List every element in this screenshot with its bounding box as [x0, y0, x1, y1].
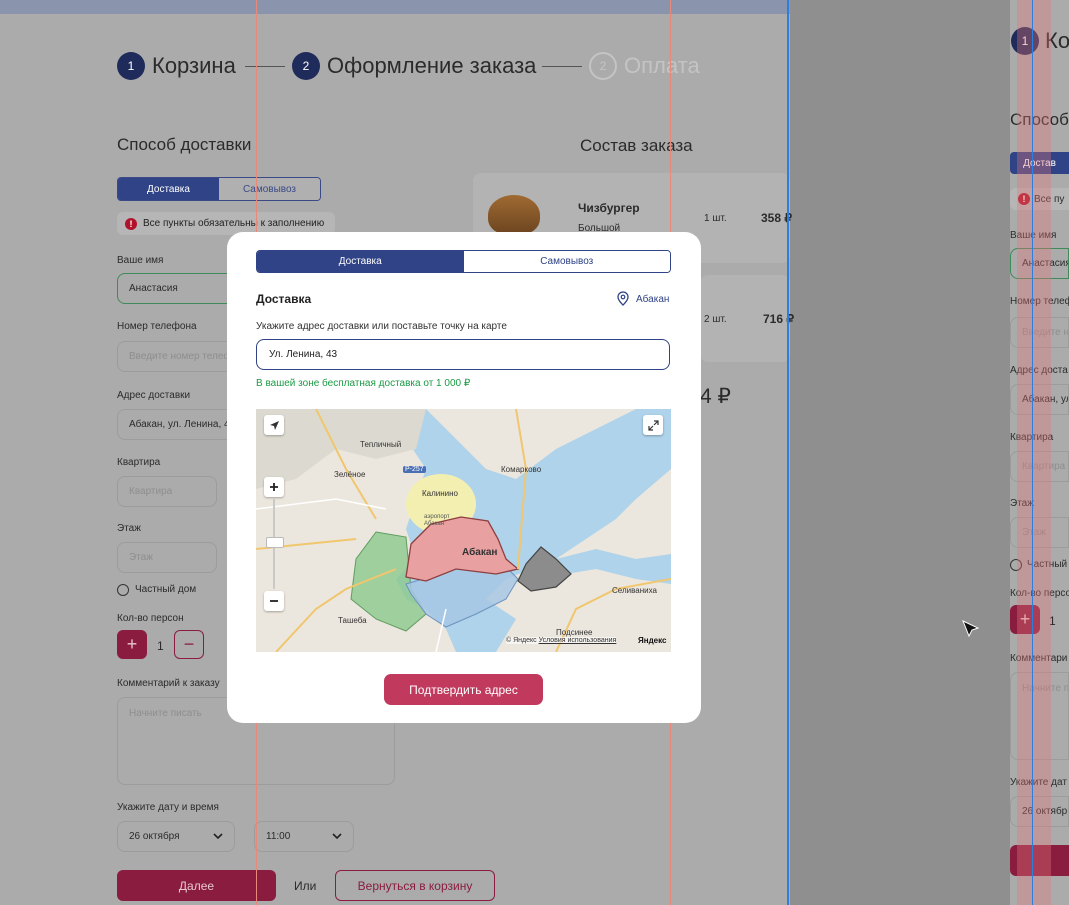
step-2-number: 2: [292, 52, 320, 80]
zoom-slider-handle[interactable]: [266, 537, 284, 548]
tab-pickup[interactable]: Самовывоз: [219, 178, 320, 200]
modal-address-input[interactable]: Ул. Ленина, 43: [256, 339, 670, 370]
map-label: Комарково: [501, 465, 542, 474]
delivery-method-toggle: Доставка Самовывоз: [117, 177, 321, 201]
map-label: Подсинее: [556, 628, 593, 637]
private-house-radio[interactable]: [117, 584, 129, 596]
modal-hint: Укажите адрес доставки или поставьте точ…: [256, 321, 507, 332]
map-label: Селиваниха: [612, 586, 657, 595]
step-connector: [245, 66, 285, 67]
map-label: Абакан: [462, 547, 498, 558]
copyright-text: © Яндекс: [506, 637, 537, 644]
name-label: Ваше имя: [117, 255, 164, 266]
private-house-label: Частный дом: [135, 584, 197, 595]
zoom-in-icon[interactable]: [264, 477, 284, 497]
or-text: Или: [294, 879, 317, 893]
modal-tab-pickup[interactable]: Самовывоз: [463, 251, 670, 272]
floor-input[interactable]: Этаж: [117, 542, 217, 573]
order-item-name: Чизбургер: [578, 201, 640, 215]
comment-label: Комментарий к заказу: [117, 678, 220, 689]
modal-delivery-toggle: Доставка Самовывоз: [256, 250, 671, 273]
persons-label: Кол-во персон: [117, 613, 184, 624]
next-button[interactable]: Далее: [117, 870, 276, 901]
time-select[interactable]: 11:00: [254, 821, 354, 852]
persons-plus-button[interactable]: +: [117, 630, 147, 659]
yandex-logo: Яндекс: [638, 636, 667, 645]
cheeseburger-image: [488, 195, 540, 235]
alert-text: Все пункты обязательны к заполнению: [143, 218, 325, 229]
order-item-qty: 1 шт.: [704, 213, 727, 224]
map-label: аэропорт Абакан: [424, 514, 450, 527]
delivery-map[interactable]: Тепличный Зелёное Р-257 Калинино аэропор…: [256, 409, 671, 652]
date-select[interactable]: 26 октября: [117, 821, 235, 852]
order-total: 4 ₽: [700, 385, 731, 408]
persons-count: 1: [157, 639, 164, 653]
map-terms-link[interactable]: Условия использования: [539, 637, 617, 644]
apartment-input[interactable]: Квартира: [117, 476, 217, 507]
layout-guide: [787, 0, 789, 905]
map-canvas: [256, 409, 671, 652]
chevron-down-icon: [212, 830, 224, 845]
alert-icon: !: [125, 217, 137, 230]
zoom-out-icon[interactable]: [264, 591, 284, 611]
floor-label: Этаж: [117, 523, 141, 534]
step-3-number: 2: [589, 52, 617, 80]
step-connector: [542, 66, 582, 67]
locate-me-icon[interactable]: [264, 415, 284, 435]
back-to-cart-button[interactable]: Вернуться в корзину: [335, 870, 495, 901]
map-label: Ташеба: [338, 616, 367, 625]
layout-guide: [1032, 0, 1033, 905]
map-copyright: © Яндекс Условия использования: [506, 637, 617, 644]
map-road-label: Р-257: [403, 466, 426, 473]
free-delivery-note: В вашей зоне бесплатная доставка от 1 00…: [256, 378, 471, 389]
phone-label: Номер телефона: [117, 321, 197, 332]
confirm-address-button[interactable]: Подтвердить адрес: [384, 674, 543, 705]
order-item-price: 716 ₽: [763, 312, 794, 326]
map-label: Зелёное: [334, 470, 366, 479]
step-1-label[interactable]: Корзина: [152, 53, 236, 79]
mouse-cursor-icon: [962, 620, 980, 645]
map-label: Тепличный: [360, 440, 402, 449]
order-title: Состав заказа: [580, 136, 693, 155]
city-selector[interactable]: Абакан: [636, 294, 669, 305]
step-2-label: Оформление заказа: [327, 53, 537, 78]
datetime-label: Укажите дату и время: [117, 802, 219, 813]
modal-tab-delivery[interactable]: Доставка: [257, 251, 464, 272]
modal-title: Доставка: [256, 292, 312, 306]
step-1-number: 1: [117, 52, 145, 80]
fullscreen-icon[interactable]: [643, 415, 663, 435]
location-pin-icon: [617, 291, 629, 311]
address-label: Адрес доставки: [117, 390, 191, 401]
chevron-down-icon: [331, 830, 343, 845]
order-item-qty: 2 шт.: [704, 314, 727, 325]
tab-delivery[interactable]: Доставка: [118, 178, 219, 200]
persons-minus-button[interactable]: −: [174, 630, 204, 659]
time-value: 11:00: [266, 831, 291, 842]
step-3-label: Оплата: [624, 53, 700, 78]
map-label: Калинино: [422, 489, 458, 498]
layout-guide-band: [1017, 0, 1051, 905]
date-value: 26 октября: [129, 831, 180, 842]
top-bar: [0, 0, 790, 14]
delivery-method-title: Способ доставки: [117, 135, 252, 154]
apartment-label: Квартира: [117, 457, 161, 468]
